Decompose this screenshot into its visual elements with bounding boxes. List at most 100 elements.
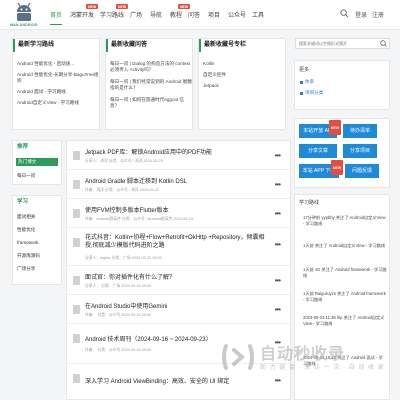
latest-routes-card: 最新学习路线 Android 性能优化 - 启动速... Android 性能优… (12, 38, 100, 130)
more-dots-icon[interactable]: ••• (275, 152, 281, 160)
bullet-icon (300, 92, 303, 95)
sidebar-item-daily-question[interactable]: 每日一问 (17, 173, 35, 179)
nav-navigation[interactable]: 导航 (150, 10, 162, 19)
list-item[interactable]: 使用FVM控制多版本Flutter版本 作者：Android群英传 分类：公众号… (67, 199, 290, 228)
activity-item[interactable]: 1天前 关注了 Android自定义View - 学习路线 (303, 243, 387, 249)
list-item[interactable]: 面试官：你对插件化有什么了解？ 分享人： 分类：广场 2024-09-24 00… (67, 266, 290, 295)
post-meta: 分享人：鸿洋 分类：公众号 / 鸿洋 2024-09-23 (85, 159, 163, 163)
sidebar-item-framework[interactable]: framework (17, 240, 38, 245)
wechat-link[interactable]: Jetpack (203, 83, 219, 89)
post-meta: 作者： 分类：公众号 2024-09-24 00:00 (85, 313, 152, 317)
nav-home[interactable]: 首页 (50, 10, 63, 25)
login-link[interactable]: 登录 (355, 10, 367, 19)
nav-study-route[interactable]: 学习路线 NEW (100, 4, 129, 19)
logo-text: WAN ANDROID (10, 23, 38, 27)
nav-harmony[interactable]: 鸿蒙开发 NEW (70, 4, 99, 19)
nav-study-route-label: 学习路线 (100, 13, 125, 19)
route-link[interactable]: Android 性能优化-长期分享-BaguTree组织 (17, 72, 99, 84)
nav-square[interactable]: 广场 (130, 10, 142, 19)
post-title[interactable]: 深入学习 Android ViewBinding：高效、安全的 UI 绑定 (85, 376, 229, 385)
post-title[interactable]: Android 技术周刊（2024-09-16 ~ 2024-09-23） (85, 334, 212, 343)
post-title[interactable]: Android Gradle 脚本迁移到 Kotlin DSL (85, 176, 187, 185)
card-title: 最新收藏问答 (106, 39, 147, 52)
post-thumb (73, 209, 80, 218)
post-title[interactable]: 使用FVM控制多版本Flutter版本 (85, 205, 169, 214)
open-api-button[interactable]: 本站开放 API NEW (299, 120, 341, 138)
more-dots-icon[interactable]: ••• (275, 277, 281, 285)
watermark: 自动秒收录 助 力 链 接 · 来 访 一 次 · 自 动 收 录 (215, 340, 385, 380)
sidebar-item-source-code[interactable]: 开源库源码 (17, 253, 40, 259)
route-link[interactable]: Android 面试 - 学习路线 (17, 89, 66, 95)
post-meta: 作者：鸿洋 分类：公众号 / 鸿洋 2024-09-22 (85, 188, 160, 192)
nav-projects[interactable]: 项目 (208, 10, 220, 19)
route-link[interactable]: Android 性能优化 - 启动速... (17, 61, 74, 67)
latest-questions-card: 最新收藏问答 每日一问 | Dialog 的构造方法的 context 必须传入… (105, 38, 193, 130)
bullet-icon (300, 81, 303, 84)
nav-tools[interactable]: 工具 (252, 10, 264, 19)
post-title[interactable]: 花式抖音：Kotlin+协程+Flow+Retrofit+OkHttp +Rep… (85, 234, 270, 250)
share-article-button[interactable]: 分享文章 (299, 144, 337, 158)
sidebar-item-square-share[interactable]: 广场分享 (17, 266, 35, 272)
question-link[interactable]: 每日一问 | 如何在旅通时代eggcat 信息？ (110, 97, 192, 109)
more-dots-icon[interactable]: ••• (275, 241, 281, 249)
post-title[interactable]: 在Android Studio中使用Gemini (85, 301, 167, 310)
question-link[interactable]: 每日一问 | 我们经常说到的 Android 脱糖 指的是什么？ (110, 79, 192, 91)
post-meta: 分享人：wgllss 分类：广场 2024-09-23 16:09 (85, 256, 162, 260)
more-dots-icon[interactable]: ••• (275, 181, 281, 189)
more-title: 更多 (299, 67, 310, 73)
sidebar-item-interview[interactable]: 面试相关 (17, 214, 35, 220)
search-icon[interactable] (378, 39, 389, 48)
link-project-categories[interactable]: 项目分类 (305, 90, 323, 96)
nav-wechat[interactable]: 公众号 (228, 10, 246, 19)
recommend-card: 推荐 热门博文 每日一问 (12, 140, 62, 185)
new-badge: NEW (86, 4, 99, 9)
post-thumb (73, 334, 80, 343)
more-dots-icon[interactable]: ••• (275, 210, 281, 218)
list-item[interactable]: Android Gradle 脚本迁移到 Kotlin DSL 作者：鸿洋 分类… (67, 170, 290, 199)
route-link[interactable]: Android自定义View - 学习路线 (17, 100, 79, 106)
card-title: 最新收藏号专栏 (199, 39, 246, 52)
activity-item[interactable]: 17分钟前 yypbhy 关注了 Android自定义View - 学习路线 (303, 215, 387, 227)
recommend-title: 推荐 (17, 144, 29, 150)
new-badge: NEW (328, 120, 341, 135)
post-title[interactable]: Jetpack PDF库：解锁Android应用中的PDF功能 (85, 147, 212, 156)
activity-item[interactable]: 1天前 JG 关注了 Android framework - 学习路线 (303, 267, 387, 279)
more-card: 更多 体系 项目分类 (294, 60, 390, 110)
nav-tutorial-label: 教程 (170, 13, 183, 19)
app-download-button[interactable]: 本站 APP 下载 NEW (299, 160, 343, 178)
post-meta: 分享人： 分类：广场 2024-09-24 00:00 (85, 284, 152, 288)
search-box (295, 38, 390, 49)
todo-list-button[interactable]: 待办清单 (343, 124, 377, 138)
nav-tutorial[interactable]: 教程 NEW (170, 4, 191, 19)
list-item[interactable]: 花式抖音：Kotlin+协程+Flow+Retrofit+OkHttp +Rep… (67, 228, 290, 266)
register-link[interactable]: 注册 (372, 10, 384, 19)
nav-qa[interactable]: 问答 (188, 10, 200, 19)
wechat-link[interactable]: Kotlin (203, 61, 215, 67)
link-system[interactable]: 体系 (305, 79, 314, 85)
search-icon[interactable] (340, 9, 349, 18)
wechat-link[interactable]: 自定义控件 (203, 72, 226, 78)
list-item[interactable]: Jetpack PDF库：解锁Android应用中的PDF功能 分享人：鸿洋 分… (67, 141, 290, 170)
activity-item[interactable]: 2024-09-23 11:36 hlp 关注了 Android自定义View … (303, 315, 387, 327)
study-title: 学习 (17, 199, 29, 205)
new-badge: NEW (178, 4, 191, 9)
share-project-button[interactable]: 分享项目 (343, 144, 377, 158)
activity-item[interactable]: 1天前 Raiguruyzs 关注了 Android framework - 学… (303, 291, 387, 303)
sidebar-item-hot-posts[interactable]: 热门博文 (16, 158, 58, 166)
post-meta: 作者：Android群英传 分类：公众号 / Android群英传 2024-0… (85, 217, 193, 221)
sidebar-item-performance[interactable]: 性能优化 (17, 227, 35, 233)
nav-harmony-label: 鸿蒙开发 (70, 13, 95, 19)
post-title[interactable]: 面试官：你对插件化有什么了解？ (85, 272, 175, 281)
search-input[interactable] (296, 39, 380, 48)
watermark-subtitle: 助 力 链 接 · 来 访 一 次 · 自 动 收 录 (260, 365, 385, 371)
more-dots-icon[interactable]: ••• (275, 306, 281, 314)
post-thumb (73, 180, 80, 189)
question-link[interactable]: 每日一问 | Dialog 的构造方法的 context 必须传入 Activi… (110, 61, 192, 73)
post-thumb (73, 374, 80, 383)
list-item[interactable]: 在Android Studio中使用Gemini 作者： 分类：公众号 2024… (67, 295, 290, 324)
feedback-button[interactable]: 问题反馈 (345, 164, 379, 178)
tools-card: 本站开放 API NEW 待办清单 分享文章 分享项目 本站 APP 下载 NE… (294, 118, 390, 188)
study-card: 学习 面试相关 性能优化 framework 开源库源码 广场分享 (12, 195, 62, 285)
new-badge: NEW (116, 4, 129, 9)
android-logo-icon[interactable] (14, 2, 34, 24)
